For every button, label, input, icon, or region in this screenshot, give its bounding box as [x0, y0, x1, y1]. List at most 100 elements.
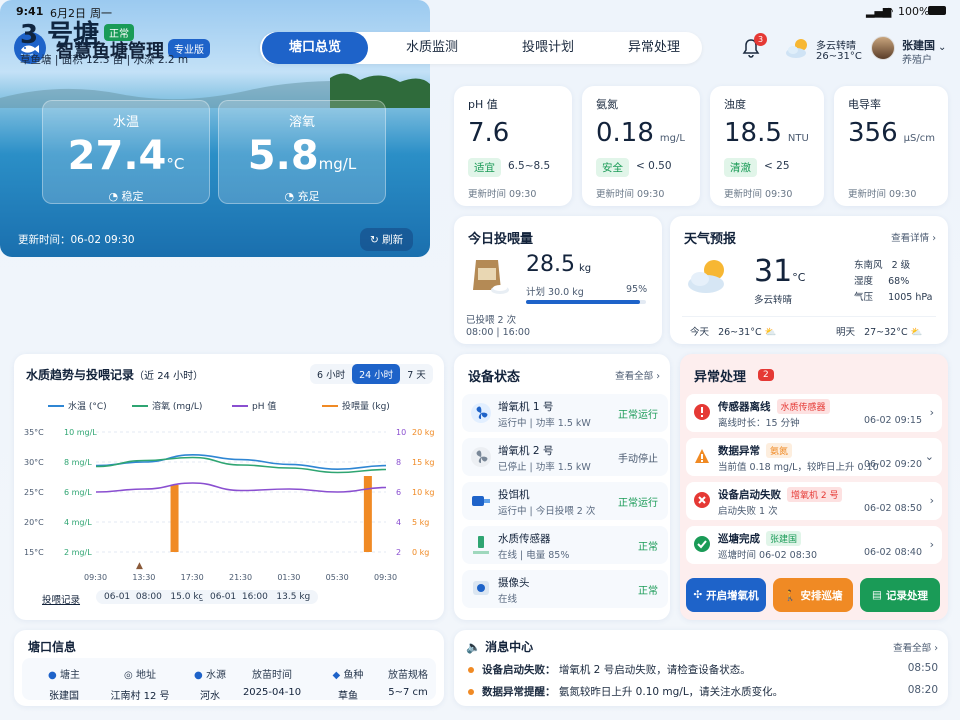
refresh-icon: ↻ [370, 234, 379, 246]
device-row[interactable]: 投饵机 运行中 | 今日投喂 2 次 正常运行 [462, 482, 668, 520]
schedule-patrol-label: 安排巡塘 [800, 589, 843, 602]
device-more-label: 查看全部 [615, 371, 654, 382]
today-label: 今天 [690, 327, 710, 338]
y-tick-ph: 6 [396, 488, 401, 497]
device-status: 正常运行 [618, 498, 658, 509]
x-tick-label: 01:30 [277, 573, 300, 582]
chevron-down-icon[interactable]: ⌄ [938, 42, 946, 53]
start-aerator-button[interactable]: ✣ 开启增氧机 [686, 578, 766, 612]
camera-icon [473, 581, 489, 595]
device-more-link[interactable]: 查看全部 › [615, 368, 660, 382]
forecast-today: 今天 26~31°C ⛅ [690, 324, 776, 338]
tomorrow-temp: 27~32°C [864, 327, 908, 338]
record-time: 16:00 [241, 592, 268, 602]
do-label: 溶氧 [288, 115, 315, 130]
range-6h[interactable]: 6 小时 [310, 364, 352, 384]
metric-card-turbidity[interactable]: 浊度 18.5 NTU 清澈 < 25 更新时间 09:30 [710, 86, 824, 206]
alert-row[interactable]: 传感器离线 水质传感器 离线时长：15 分钟 06-02 09:15 › [686, 394, 942, 432]
device-card: 设备状态 查看全部 › 增氧机 1 号 运行中 | 功率 1.5 kW 正常运行… [454, 354, 670, 620]
alert-row[interactable]: 巡塘完成 张建国 巡塘时间 06-02 08:30 06-02 08:40 › [686, 526, 942, 564]
device-detail: 运行中 | 今日投喂 2 次 [498, 506, 596, 517]
message-row[interactable]: 数据异常提醒： 氨氮较昨日上升 0.10 mg/L，请关注水质变化。 08:20 [468, 684, 938, 699]
device-row[interactable]: 增氧机 2 号 已停止 | 功率 1.5 kW 手动停止 [462, 438, 668, 476]
device-detail: 在线 | 电量 85% [498, 550, 570, 561]
metric-unit: mg/L [659, 133, 685, 144]
device-status: 手动停止 [618, 454, 658, 465]
pond-name: 3 号塘 [20, 20, 100, 50]
device-row[interactable]: 水质传感器 在线 | 电量 85% 正常 [462, 526, 668, 564]
record-time: 08:00 [135, 592, 162, 602]
chevron-right-icon: › [929, 406, 934, 419]
fan-icon [471, 447, 491, 467]
water-temp-panel: 水温 27.4°C ◔ 稳定 [42, 100, 210, 204]
range-24h[interactable]: 24 小时 [352, 364, 401, 384]
info-value: 5~7 cm [388, 687, 428, 698]
clipboard-icon: ▤ [872, 589, 882, 601]
metric-range: 6.5~8.5 [508, 160, 551, 172]
do-unit: mg/L [318, 155, 357, 173]
metric-label: 电导率 [848, 98, 881, 111]
battery-level: 100% [898, 5, 930, 18]
info-col-source: ● 水源 河水 [180, 666, 240, 702]
y-tick-feed: 10 kg [412, 488, 434, 497]
battery-icon [928, 6, 946, 15]
info-value: 江南村 12 号 [110, 691, 170, 702]
partly-cloudy-icon: ⛅ [910, 327, 923, 338]
tab-feeding-plan[interactable]: 投喂计划 [498, 32, 598, 64]
device-name: 摄像头 [498, 577, 530, 589]
feed-card: 今日投喂量 28.5 kg 计划 30.0 kg 95% 已投喂 2 次 08:0… [454, 216, 662, 344]
info-header: 放苗时间 [252, 670, 292, 681]
water-temp-unit: °C [166, 155, 185, 173]
speaker-icon: 🔈 [466, 640, 481, 654]
avatar[interactable] [871, 36, 895, 60]
device-row[interactable]: 增氧机 1 号 运行中 | 功率 1.5 kW 正常运行 [462, 394, 668, 432]
refresh-button[interactable]: ↻ 刷新 [360, 228, 414, 251]
info-value: 张建国 [49, 691, 79, 702]
y-tick-do: 2 mg/L [64, 548, 92, 557]
tab-exceptions[interactable]: 异常处理 [604, 32, 704, 64]
metric-card-ammonia[interactable]: 氨氮 0.18 mg/L 安全 < 0.50 更新时间 09:30 [582, 86, 700, 206]
record-date: 06-01 [210, 592, 237, 602]
weather-more-link[interactable]: 查看详情 › [891, 230, 936, 244]
fish-icon: ◆ [332, 670, 341, 681]
alerts-title: 异常处理 [694, 370, 747, 385]
tab-overview[interactable]: 塘口总览 [262, 32, 368, 64]
user-role: 养殖户 [902, 55, 932, 66]
device-detail: 已停止 | 功率 1.5 kW [498, 462, 591, 473]
record-amount: 15.0 kg [170, 592, 205, 602]
y-tick-feed: 15 kg [412, 458, 434, 467]
y-tick-ph: 2 [396, 548, 401, 557]
metric-updated: 更新时间 09:30 [724, 189, 793, 200]
feed-record-chip[interactable]: 06-01 08:00 15.0 kg [96, 590, 213, 604]
bullet-dot [468, 667, 474, 673]
feed-marker-icon: ▲ [136, 561, 143, 571]
record-date: 06-01 [104, 592, 131, 602]
feed-bar [170, 485, 179, 552]
trend-subtitle: （近 24 小时） [134, 371, 204, 382]
message-title: 消息中心 [485, 640, 534, 654]
alert-row[interactable]: 设备启动失败 增氧机 2 号 启动失败 1 次 06-02 08:50 › [686, 482, 942, 520]
y-tick-do: 6 mg/L [64, 488, 92, 497]
metric-unit: NTU [787, 133, 809, 144]
metric-updated: 更新时间 09:30 [468, 189, 537, 200]
metric-label: 氨氮 [596, 98, 618, 111]
alert-row[interactable]: 数据异常 氨氮 当前值 0.18 mg/L，较昨日上升 0.10 06-02 09… [686, 438, 942, 476]
schedule-patrol-button[interactable]: 🚶 安排巡塘 [773, 578, 853, 612]
range-7d[interactable]: 7 天 [400, 364, 433, 384]
feed-sack-icon [466, 252, 510, 299]
message-more-link[interactable]: 查看全部 › [893, 640, 938, 654]
alerts-count-badge: 2 [758, 369, 774, 381]
alert-time: 06-02 09:15 [863, 415, 922, 426]
wifi-icon: ◠ [884, 5, 894, 18]
device-row[interactable]: 摄像头 在线 正常 [462, 570, 668, 608]
feed-record-chip[interactable]: 06-01 16:00 13.5 kg [202, 590, 319, 604]
alert-name: 设备启动失败 [718, 489, 781, 501]
message-row[interactable]: 设备启动失败： 增氧机 2 号启动失败，请检查设备状态。 08:50 [468, 662, 938, 677]
device-status: 正常 [638, 542, 658, 553]
tab-water-quality[interactable]: 水质监测 [382, 32, 482, 64]
metric-card-conductivity[interactable]: 电导率 356 μS/cm 更新时间 09:30 [834, 86, 948, 206]
metric-value: 0.18 [596, 118, 654, 148]
record-handling-button[interactable]: ▤ 记录处理 [860, 578, 940, 612]
metric-card-ph[interactable]: pH 值 7.6 适宜 6.5~8.5 更新时间 09:30 [454, 86, 572, 206]
chevron-right-icon: › [929, 494, 934, 507]
